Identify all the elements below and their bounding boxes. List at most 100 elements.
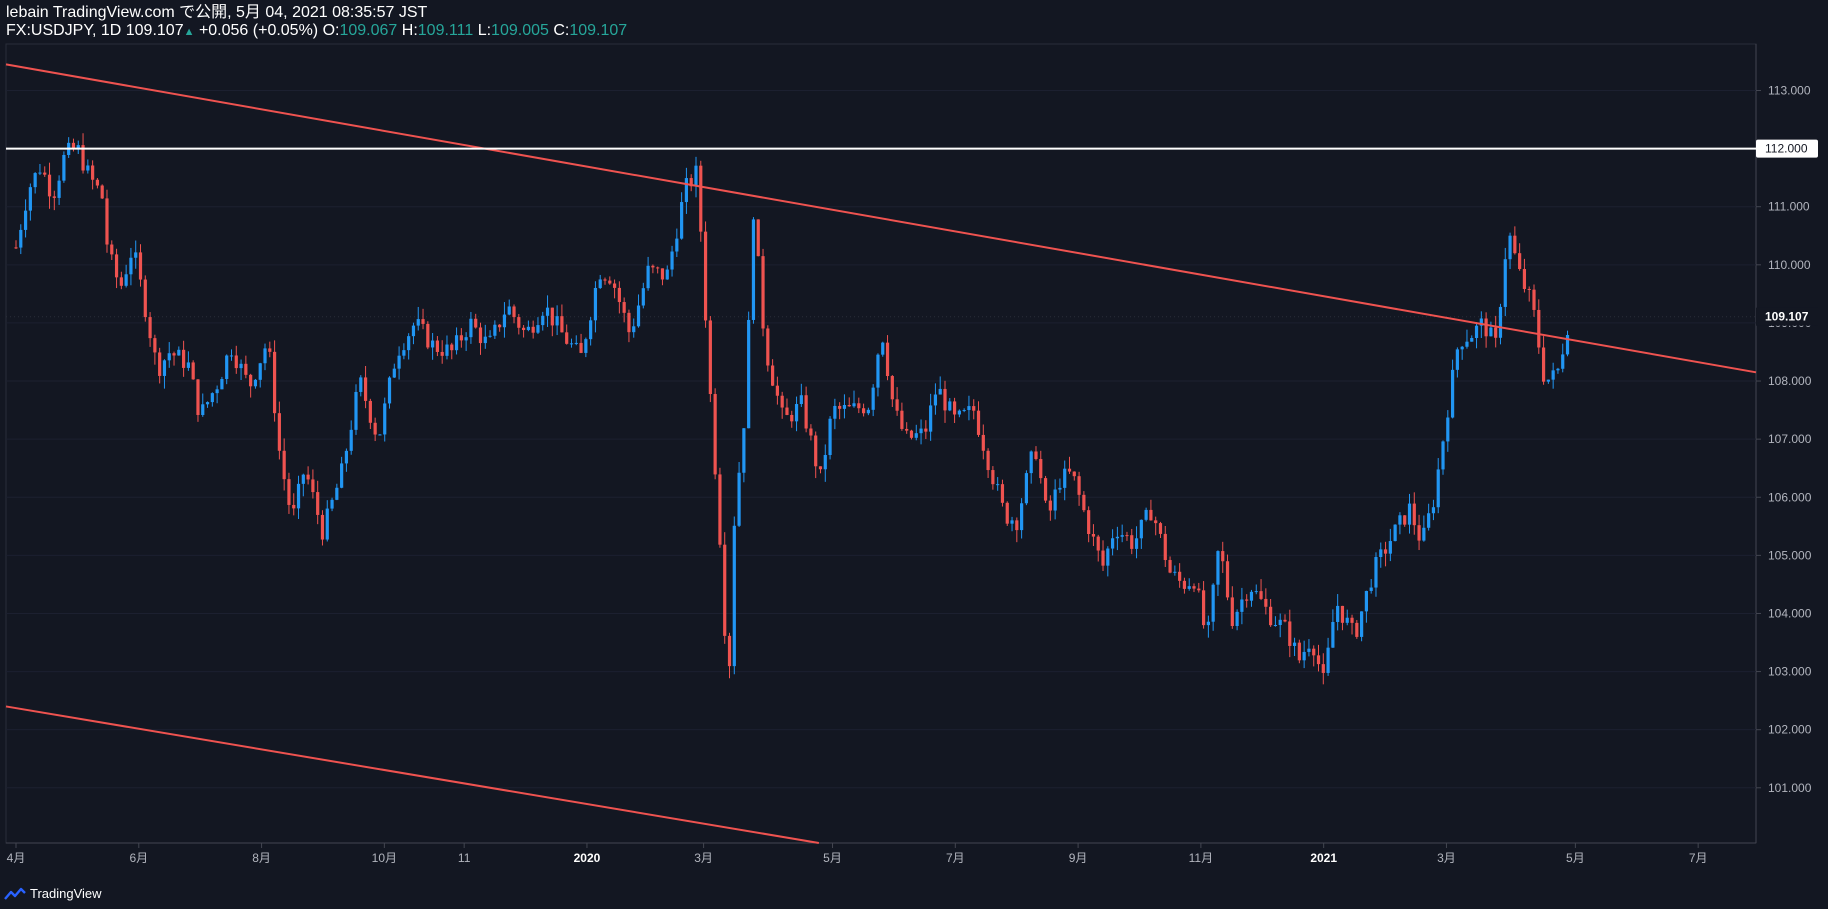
candle-body	[440, 351, 444, 356]
candle-body	[876, 354, 880, 388]
candle-body	[996, 484, 1000, 486]
candle-body	[172, 353, 176, 356]
candle-body	[373, 422, 377, 435]
candle-body	[1048, 500, 1052, 511]
candle-body	[976, 410, 981, 435]
candle-body	[1020, 503, 1024, 531]
candle-body	[1427, 513, 1431, 528]
candle-body	[258, 363, 262, 380]
price-chart[interactable]: 101.000 102.000 103.000 104.000 105.000 106.0…	[0, 0, 1828, 909]
candle-body	[86, 165, 90, 171]
candle-body	[871, 387, 875, 410]
candle-body	[1211, 584, 1215, 622]
candle-body	[239, 363, 243, 369]
candle-body	[929, 405, 933, 432]
candle-body	[1312, 648, 1316, 656]
candle-body	[1120, 535, 1124, 537]
candle-body	[1096, 536, 1100, 551]
candle-body	[751, 219, 756, 320]
candle-body	[675, 238, 679, 252]
candle-body	[306, 474, 310, 480]
symbol-label: FX:USDJPY, 1D	[6, 22, 122, 39]
candle-body	[474, 318, 478, 328]
x-tick-label: 2021	[1310, 851, 1337, 865]
candle-body	[603, 279, 607, 281]
candle-body	[1063, 468, 1067, 488]
candle-body	[272, 351, 277, 414]
candle-body	[948, 401, 952, 411]
candle-body	[1297, 642, 1301, 661]
candle-body	[1302, 651, 1306, 661]
candle-body	[684, 178, 689, 203]
candle-body	[1465, 341, 1469, 347]
candle-body	[416, 319, 420, 326]
x-tick-label: 6月	[129, 851, 148, 865]
candle-body	[1422, 527, 1426, 541]
candle-body	[1470, 338, 1474, 342]
candle-body	[818, 466, 823, 470]
candle-body	[186, 362, 190, 368]
candle-body	[1546, 379, 1550, 382]
candle-body	[1039, 459, 1043, 479]
candle-body	[1106, 548, 1110, 566]
candle-body	[1407, 503, 1412, 525]
candle-body	[852, 403, 856, 407]
candle-body	[1326, 647, 1330, 673]
chart-header: lebain TradingView.com で公開, 5月 04, 2021 …	[6, 4, 627, 41]
candle-body	[287, 479, 291, 505]
candle-body	[742, 428, 746, 473]
candle-body	[1173, 571, 1177, 573]
candle-body	[1067, 468, 1072, 472]
candle-body	[1321, 664, 1325, 673]
candle-body	[435, 340, 440, 352]
candle-body	[1043, 478, 1048, 501]
candle-body	[483, 336, 487, 344]
candle-body	[545, 307, 550, 316]
candle-body	[52, 196, 56, 198]
candle-body	[703, 231, 708, 321]
candle-body	[1412, 503, 1416, 526]
candle-body	[680, 202, 684, 239]
candle-body	[1278, 619, 1282, 626]
candle-body	[1350, 617, 1354, 623]
candle-body	[91, 165, 95, 180]
candle-body	[622, 302, 626, 313]
open-value: 109.067	[339, 22, 398, 39]
candle-body	[895, 399, 899, 411]
candle-body	[608, 280, 612, 284]
candle-body	[598, 279, 602, 288]
candle-body	[986, 450, 990, 471]
last-price: 109.107	[125, 22, 184, 39]
candle-body	[478, 327, 483, 344]
close-value: 109.107	[569, 22, 628, 39]
candle-body	[1206, 621, 1210, 626]
candle-body	[1283, 619, 1287, 622]
candle-body	[761, 256, 765, 329]
candle-body	[1015, 520, 1019, 531]
y-tick-label: 102.000	[1768, 723, 1812, 737]
x-tick-label: 9月	[1069, 851, 1088, 865]
candle-body	[129, 257, 133, 275]
candle-body	[1000, 484, 1005, 503]
x-tick-label: 7月	[946, 851, 965, 865]
candle-body	[1053, 489, 1057, 511]
tradingview-logo[interactable]: TradingView	[4, 886, 102, 901]
candle-body	[225, 355, 229, 380]
candle-body	[1077, 476, 1081, 495]
candle-body	[1288, 621, 1292, 646]
candle-body	[502, 314, 507, 328]
candle-body	[507, 306, 511, 315]
candle-body	[368, 400, 372, 423]
candle-body	[550, 307, 554, 326]
candle-body	[143, 279, 147, 318]
x-tick-label: 3月	[694, 851, 713, 865]
candle-body	[1518, 253, 1522, 270]
candle-body	[799, 395, 803, 405]
candle-body	[1087, 510, 1091, 535]
candle-body	[579, 342, 583, 353]
candle-body	[723, 544, 727, 636]
candle-body	[890, 376, 894, 400]
candle-body	[1489, 327, 1493, 337]
candle-body	[162, 360, 167, 376]
candle-body	[814, 435, 818, 467]
